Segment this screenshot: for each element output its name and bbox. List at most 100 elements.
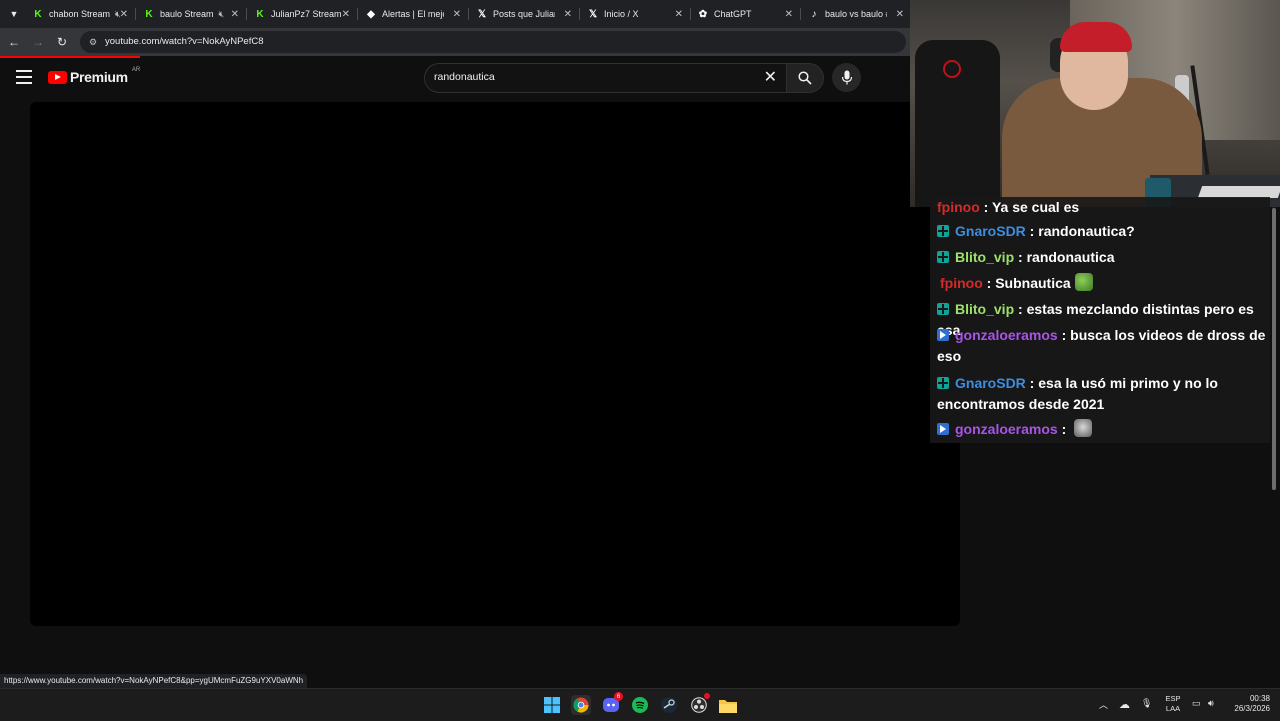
chrome-icon[interactable] [571, 695, 591, 715]
forward-icon[interactable]: → [30, 34, 46, 50]
notification-badge: 6 [614, 692, 623, 701]
prime-badge-icon [937, 329, 949, 341]
moderator-badge-icon [937, 225, 949, 237]
search-icon [798, 71, 812, 85]
kick-icon: K [34, 8, 42, 20]
tiktok-icon: ♪ [811, 8, 817, 20]
windows-taskbar: 6 ︿ ☁ 🎙︎ ESP LAA ▭ 🔊︎ 00:38 26/3/2026 [0, 688, 1280, 721]
chat-username: fpinoo [940, 275, 983, 291]
search-button[interactable] [786, 63, 824, 93]
tab-search-button[interactable]: ▼ [6, 6, 22, 22]
browser-tab[interactable]: K chabon Stream 🔇︎ ✕ [32, 3, 130, 25]
browser-toolbar: ← → ↻ ⚙ youtube.com/watch?v=NokAyNPefC8 [0, 28, 910, 56]
system-clock[interactable]: 00:38 26/3/2026 [1226, 694, 1270, 714]
youtube-logo[interactable]: Premium AR [48, 67, 141, 85]
address-bar[interactable]: ⚙ youtube.com/watch?v=NokAyNPefC8 [80, 31, 906, 53]
chat-message: GnaroSDR : randonautica? [937, 221, 1267, 242]
tab-title: Inicio / X [604, 9, 639, 19]
close-tab-icon[interactable]: ✕ [785, 9, 793, 20]
chat-message: fpinoo : Subnautica [937, 273, 1267, 294]
clear-search-icon[interactable]: ✕ [764, 67, 777, 87]
browser-tab[interactable]: K baulo Stream 🔇︎ ✕ [143, 3, 241, 25]
chat-message: fpinoo : Ya se cual es [937, 199, 1080, 215]
close-tab-icon[interactable]: ✕ [120, 9, 128, 20]
browser-tab[interactable]: ◆ Alertas | El mejor ✕ [365, 3, 463, 25]
close-tab-icon[interactable]: ✕ [564, 9, 572, 20]
prime-badge-icon [937, 423, 949, 435]
microphone-icon [841, 70, 852, 85]
region-code: AR [131, 67, 141, 73]
tab-strip: ▼ K chabon Stream 🔇︎ ✕ K baulo Stream 🔇︎… [0, 0, 910, 28]
chat-username: gonzaloeramos [955, 421, 1058, 437]
youtube-masthead: Premium AR randonautica ✕ [0, 58, 910, 98]
chat-overlay: fpinoo : Ya se cual es GnaroSDR : randon… [930, 197, 1270, 443]
x-icon: 𝕏 [588, 8, 598, 20]
chat-username: Blito_vip [955, 249, 1015, 265]
tab-title: baulo Stream [160, 9, 214, 19]
file-explorer-icon[interactable] [718, 695, 738, 715]
logo-text: Premium [70, 69, 128, 85]
recording-dot [704, 693, 710, 699]
url-text[interactable]: youtube.com/watch?v=NokAyNPefC8 [105, 36, 264, 47]
chat-message: gonzaloeramos : [937, 419, 1267, 440]
chat-username: gonzaloeramos [955, 327, 1058, 343]
network-icon[interactable]: ▭ [1192, 698, 1201, 709]
chat-text: Ya se cual es [991, 199, 1080, 215]
chat-text: randonautica? [1038, 223, 1135, 239]
back-icon[interactable]: ← [6, 34, 22, 50]
show-hidden-icons-icon[interactable]: ︿ [1099, 698, 1108, 711]
browser-tab[interactable]: K JulianPz7 Stream ✕ [254, 3, 352, 25]
chat-message: Blito_vip : randonautica [937, 247, 1267, 268]
muted-icon[interactable]: 🔇︎ [219, 9, 225, 20]
chat-username: GnaroSDR [955, 375, 1026, 391]
tab-title: ChatGPT [714, 9, 752, 19]
steam-icon[interactable] [659, 695, 679, 715]
frog-emote-icon [1074, 273, 1093, 291]
alert-icon: ◆ [367, 8, 375, 20]
reload-icon[interactable]: ↻ [54, 34, 70, 50]
youtube-play-icon [48, 70, 67, 84]
site-info-icon[interactable]: ⚙ [86, 35, 100, 49]
volume-icon[interactable]: 🔊︎ [1208, 698, 1214, 709]
spotify-icon[interactable] [630, 695, 650, 715]
moderator-badge-icon [937, 303, 949, 315]
close-tab-icon[interactable]: ✕ [896, 9, 904, 20]
tab-title: chabon Stream [49, 9, 111, 19]
microphone-tray-icon[interactable]: 🎙︎ [1141, 698, 1152, 709]
browser-tab[interactable]: ✿ ChatGPT ✕ [697, 3, 795, 25]
chat-username: Blito_vip [955, 301, 1015, 317]
close-tab-icon[interactable]: ✕ [231, 9, 239, 20]
chat-message: GnaroSDR : esa la usó mi primo y no lo e… [937, 375, 1218, 412]
kick-icon: K [256, 8, 264, 20]
onedrive-icon[interactable]: ☁ [1119, 698, 1130, 711]
tab-title: JulianPz7 Stream [271, 9, 341, 19]
chatgpt-icon: ✿ [698, 8, 708, 20]
search-query[interactable]: randonautica [434, 71, 495, 83]
close-tab-icon[interactable]: ✕ [342, 9, 350, 20]
chat-text: Subnautica [995, 275, 1071, 291]
kick-icon: K [145, 8, 153, 20]
tab-title: Alertas | El mejor [382, 9, 444, 19]
browser-tab[interactable]: 𝕏 Posts que Julian ( ✕ [476, 3, 574, 25]
menu-icon[interactable] [16, 70, 32, 84]
browser-tab[interactable]: ♪ baulo vs baulo #b ✕ [808, 3, 906, 25]
close-tab-icon[interactable]: ✕ [453, 9, 461, 20]
windows-start-icon[interactable] [542, 695, 562, 715]
search-input[interactable]: randonautica ✕ [424, 63, 787, 93]
webcam-overlay [910, 0, 1280, 207]
voice-search-button[interactable] [832, 63, 861, 92]
chat-username: fpinoo [937, 199, 980, 215]
video-player[interactable] [30, 102, 960, 626]
page-scrollbar-thumb[interactable] [1272, 208, 1276, 490]
chat-message: gonzaloeramos : busca los videos de dros… [937, 327, 1266, 364]
moderator-badge-icon [937, 251, 949, 263]
moderator-badge-icon [937, 377, 949, 389]
discord-icon[interactable]: 6 [601, 692, 623, 715]
browser-tab[interactable]: 𝕏 Inicio / X ✕ [587, 3, 685, 25]
chat-username: GnaroSDR [955, 223, 1026, 239]
obs-icon[interactable] [689, 693, 710, 715]
skull-emote-icon [1074, 419, 1093, 437]
close-tab-icon[interactable]: ✕ [675, 9, 683, 20]
keyboard-language[interactable]: ESP LAA [1163, 694, 1183, 714]
tab-title: Posts que Julian ( [493, 9, 555, 19]
